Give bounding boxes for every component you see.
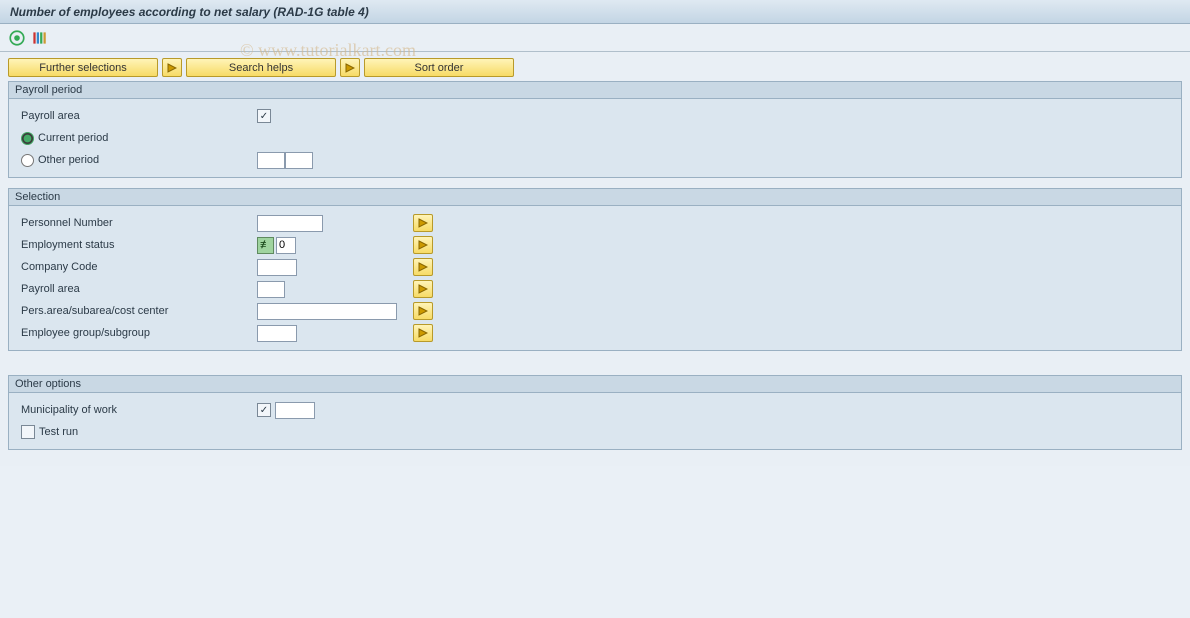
selection-input[interactable]: [257, 303, 397, 320]
field-label: Company Code: [17, 261, 257, 273]
group-title: Payroll period: [9, 82, 1181, 99]
arrow-button-2[interactable]: [340, 58, 360, 77]
selection-row: Personnel Number: [17, 212, 1173, 234]
title-bar: Number of employees according to net sal…: [0, 0, 1190, 24]
current-period-radio[interactable]: [21, 132, 34, 145]
selection-input[interactable]: [257, 215, 323, 232]
municipality-checkbox[interactable]: [257, 403, 271, 417]
current-period-option[interactable]: Current period: [17, 132, 257, 145]
not-equal-icon[interactable]: ≢: [257, 237, 274, 254]
sort-order-button[interactable]: Sort order: [364, 58, 514, 77]
payroll-area-label: Payroll area: [17, 110, 257, 122]
multiple-selection-button[interactable]: [413, 302, 433, 320]
multiple-selection-button[interactable]: [413, 214, 433, 232]
other-period-radio[interactable]: [21, 154, 34, 167]
multiple-selection-button[interactable]: [413, 280, 433, 298]
variant-icon[interactable]: [30, 30, 48, 46]
selection-row: Pers.area/subarea/cost center: [17, 300, 1173, 322]
group-title: Selection: [9, 189, 1181, 206]
other-period-label: Other period: [38, 154, 99, 166]
test-run-label: Test run: [39, 426, 78, 438]
search-helps-button[interactable]: Search helps: [186, 58, 336, 77]
group-selection: Selection Personnel Number Employment sta…: [8, 188, 1182, 351]
field-label: Employment status: [17, 239, 257, 251]
selection-row: Company Code: [17, 256, 1173, 278]
group-other-options: Other options Municipality of work Test …: [8, 375, 1182, 450]
other-period-option[interactable]: Other period: [17, 154, 257, 167]
selection-row: Employment status≢: [17, 234, 1173, 256]
test-run-checkbox[interactable]: [21, 425, 35, 439]
field-label: Personnel Number: [17, 217, 257, 229]
group-payroll-period: Payroll period Payroll area Current peri…: [8, 81, 1182, 178]
payroll-area-checkbox[interactable]: [257, 109, 271, 123]
field-label: Payroll area: [17, 283, 257, 295]
page-title: Number of employees according to net sal…: [10, 5, 369, 19]
further-selections-button[interactable]: Further selections: [8, 58, 158, 77]
selection-input[interactable]: [257, 259, 297, 276]
arrow-button-1[interactable]: [162, 58, 182, 77]
municipality-input[interactable]: [275, 402, 315, 419]
group-title: Other options: [9, 376, 1181, 393]
app-toolbar: [0, 24, 1190, 52]
multiple-selection-button[interactable]: [413, 258, 433, 276]
multiple-selection-button[interactable]: [413, 324, 433, 342]
top-button-row: Further selections Search helps Sort ord…: [8, 58, 1182, 77]
selection-row: Employee group/subgroup: [17, 322, 1173, 344]
selection-input[interactable]: [257, 281, 285, 298]
current-period-label: Current period: [38, 132, 108, 144]
other-period-input-1[interactable]: [257, 152, 285, 169]
selection-input[interactable]: [276, 237, 296, 254]
execute-icon[interactable]: [8, 30, 26, 46]
field-label: Pers.area/subarea/cost center: [17, 305, 257, 317]
selection-row: Payroll area: [17, 278, 1173, 300]
test-run-option[interactable]: Test run: [17, 425, 257, 439]
multiple-selection-button[interactable]: [413, 236, 433, 254]
field-label: Employee group/subgroup: [17, 327, 257, 339]
content-area: Further selections Search helps Sort ord…: [0, 52, 1190, 466]
municipality-label: Municipality of work: [17, 404, 257, 416]
selection-input[interactable]: [257, 325, 297, 342]
other-period-input-2[interactable]: [285, 152, 313, 169]
